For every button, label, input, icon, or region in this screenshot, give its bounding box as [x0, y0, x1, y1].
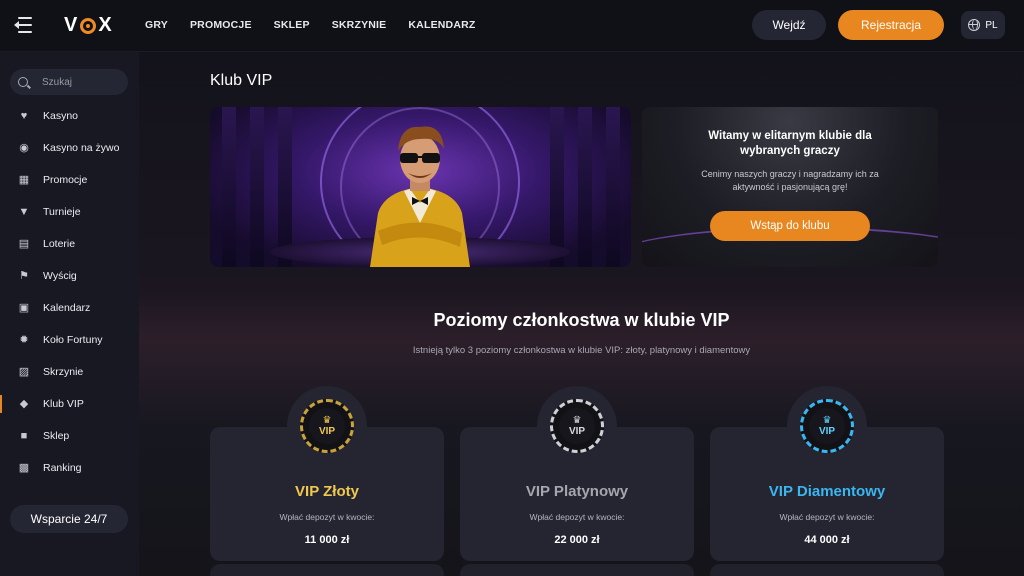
vox-logo[interactable]: VX	[64, 14, 113, 37]
vip-gold-chip: ♛ VIP	[287, 386, 367, 466]
main-content: Klub VIP Witamy w elitarnym klubie dla w…	[139, 52, 1024, 576]
sidebar-item-label: Wyścig	[43, 270, 77, 282]
search-icon	[18, 77, 28, 87]
sidebar-item-loterie[interactable]: ▤ Loterie	[0, 228, 139, 260]
deposit-label: Wpłać depozyt w kwocie:	[279, 512, 375, 522]
sidebar-item-label: Kalendarz	[43, 302, 91, 314]
deposit-amount: 11 000 zł	[304, 534, 350, 546]
deposit-amount: 44 000 zł	[804, 534, 850, 546]
sidebar-item-turnieje[interactable]: ▼ Turnieje	[0, 196, 139, 228]
lottery-icon: ▤	[18, 238, 30, 250]
sidebar-item-label: Loterie	[43, 238, 76, 250]
gift-icon: ▦	[18, 174, 30, 186]
vip-platinum-chip: ♛ VIP	[537, 386, 617, 466]
login-button[interactable]: Wejdź	[752, 10, 826, 40]
search-box[interactable]	[10, 69, 128, 95]
trophy-icon: ▼	[18, 206, 30, 218]
sidebar-item-sklep[interactable]: ■ Sklep	[0, 420, 139, 452]
nav-skrzynie[interactable]: SKRZYNIE	[332, 19, 387, 31]
menu-collapse-icon[interactable]	[14, 16, 34, 34]
calendar-icon: ▣	[18, 302, 30, 314]
levels-title: Poziomy członkostwa w klubie VIP	[433, 310, 730, 330]
chip-label: VIP	[818, 425, 836, 437]
sidebar-item-kalendarz[interactable]: ▣ Kalendarz	[0, 292, 139, 324]
main-nav: GRY PROMOCJE SKLEP SKRZYNIE KALENDARZ	[145, 19, 476, 31]
chip-label: VIP	[318, 425, 336, 437]
sidebar-item-kasyno-na-zywo[interactable]: ◉ Kasyno na żywo	[0, 132, 139, 164]
level-name: VIP Złoty	[295, 483, 359, 500]
sidebar-item-ranking[interactable]: ▩ Ranking	[0, 452, 139, 484]
level-name: VIP Platynowy	[525, 483, 629, 500]
sidebar-menu: ♥ Kasyno ◉ Kasyno na żywo ▦ Promocje ▼ T…	[0, 100, 139, 484]
search-input[interactable]	[42, 76, 112, 88]
welcome-panel: Witamy w elitarnym klubie dla wybranych …	[642, 107, 938, 267]
crown-icon: ♛	[822, 414, 832, 426]
level-name: VIP Diamentowy	[768, 483, 886, 500]
vip-host-illustration	[370, 126, 470, 267]
sidebar-item-label: Sklep	[43, 430, 70, 442]
bag-icon: ■	[20, 430, 28, 442]
cherries-icon: ♥	[20, 110, 28, 122]
sidebar-item-label: Skrzynie	[43, 366, 84, 378]
register-button[interactable]: Rejestracja	[838, 10, 944, 40]
welcome-heading: Witamy w elitarnym klubie dla wybranych …	[708, 130, 872, 157]
nav-sklep[interactable]: SKLEP	[274, 19, 310, 31]
deposit-amount: 22 000 zł	[554, 534, 600, 546]
levels-subtitle: Istnieją tylko 3 poziomy członkostwa w k…	[412, 345, 751, 356]
support-button[interactable]: Wsparcie 24/7	[10, 505, 128, 533]
wheel-icon: ✹	[19, 334, 29, 346]
sidebar-item-label: Klub VIP	[43, 398, 84, 410]
chest-icon: ▨	[18, 366, 30, 378]
page-title: Klub VIP	[210, 72, 273, 89]
sidebar-item-skrzynie[interactable]: ▨ Skrzynie	[0, 356, 139, 388]
sidebar-item-kolo-fortuny[interactable]: ✹ Koło Fortuny	[0, 324, 139, 356]
language-code: PL	[985, 19, 998, 31]
sidebar-item-label: Kasyno	[43, 110, 79, 122]
sidebar-item-label: Promocje	[43, 174, 88, 186]
language-selector[interactable]: PL	[961, 11, 1005, 39]
vip-hero-banner	[210, 107, 631, 267]
crown-icon: ♛	[572, 414, 582, 426]
sidebar-item-wyscig[interactable]: ⚑ Wyścig	[0, 260, 139, 292]
top-bar: VX GRY PROMOCJE SKLEP SKRZYNIE KALENDARZ…	[0, 0, 1024, 52]
ranking-icon: ▩	[18, 462, 30, 474]
sidebar-item-label: Ranking	[43, 462, 82, 474]
nav-kalendarz[interactable]: KALENDARZ	[408, 19, 475, 31]
sidebar-item-promocje[interactable]: ▦ Promocje	[0, 164, 139, 196]
nav-gry[interactable]: GRY	[145, 19, 168, 31]
vip-diamond-chip: ♛ VIP	[787, 386, 867, 466]
welcome-text: Cenimy naszych graczy i nagradzamy ich z…	[701, 169, 879, 192]
nav-promocje[interactable]: PROMOCJE	[190, 19, 252, 31]
live-icon: ◉	[19, 142, 29, 154]
join-club-button[interactable]: Wstąp do klubu	[710, 211, 870, 241]
sidebar-item-kasyno[interactable]: ♥ Kasyno	[0, 100, 139, 132]
sidebar-item-label: Koło Fortuny	[43, 334, 103, 346]
diamond-icon: ◆	[19, 398, 29, 410]
deposit-label: Wpłać depozyt w kwocie:	[779, 512, 875, 522]
sidebar-item-label: Kasyno na żywo	[43, 142, 120, 154]
globe-icon	[968, 19, 981, 31]
sidebar: ♥ Kasyno ◉ Kasyno na żywo ▦ Promocje ▼ T…	[0, 52, 139, 576]
sidebar-item-klub-vip[interactable]: ◆ Klub VIP	[0, 388, 139, 420]
crown-icon: ♛	[322, 414, 332, 426]
chip-label: VIP	[568, 425, 586, 437]
sidebar-item-label: Turnieje	[43, 206, 81, 218]
deposit-label: Wpłać depozyt w kwocie:	[529, 512, 625, 522]
race-flag-icon: ⚑	[19, 270, 29, 282]
